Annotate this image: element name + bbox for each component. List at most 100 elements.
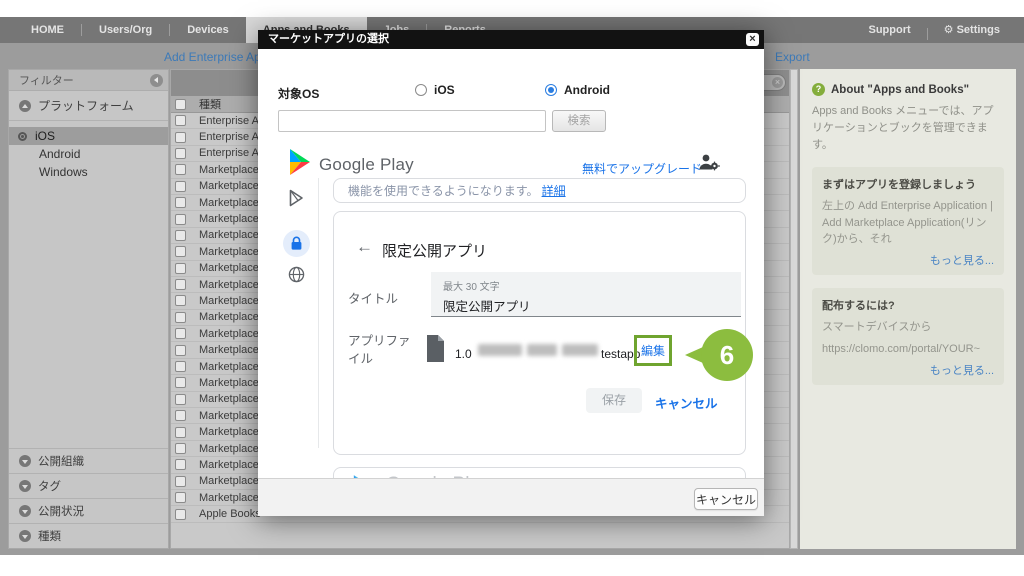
redacted-file-name [478,343,598,358]
sidebar-section--[interactable]: 公開状況 [9,498,168,523]
title-field-value: 限定公開アプリ [443,296,741,315]
nav-settings-label: Settings [957,24,1000,36]
search-button[interactable]: 検索 [552,110,606,132]
nav-settings-link[interactable]: ⚙ Settings [938,17,1006,43]
row-checkbox[interactable] [175,214,186,225]
collapse-sidebar-button[interactable] [150,74,163,87]
platform-filter-label: Windows [39,165,88,179]
row-checkbox[interactable] [175,410,186,421]
row-checkbox[interactable] [175,345,186,356]
sidebar-section-label: 公開組織 [38,453,84,469]
help-card-text: https://clomo.com/portal/YOUR~ [822,341,994,358]
market-app-dialog: マーケットアプリの選択 × 対象OS iOSAndroid 検索 Google … [258,30,764,516]
globe-icon[interactable] [288,266,305,283]
edit-link[interactable]: 編集 [641,342,665,359]
private-apps-tab[interactable] [283,230,310,257]
platform-filter-ios[interactable]: iOS [9,127,168,145]
nav-tab-users-org[interactable]: Users/Org [82,17,169,43]
dialog-footer: キャンセル [258,478,764,516]
row-checkbox[interactable] [175,328,186,339]
row-checkbox[interactable] [175,115,186,126]
title-field-label: タイトル [348,288,398,307]
filter-title: フィルター [19,72,74,88]
step-callout-badge: 6 [701,329,753,381]
notice-details-link[interactable]: 詳細 [542,182,566,199]
row-checkbox[interactable] [175,132,186,143]
row-checkbox[interactable] [175,459,186,470]
help-card-title: まずはアプリを登録しましょう [822,176,994,192]
help-card: 配布するには?スマートデバイスからhttps://clomo.com/porta… [812,288,1004,385]
platform-section-label: プラットフォーム [38,97,134,114]
os-radio-android[interactable]: Android [545,83,610,97]
upgrade-link[interactable]: 無料でアップグレード [582,160,702,177]
row-checkbox[interactable] [175,263,186,274]
row-checkbox[interactable] [175,181,186,192]
sidebar-collapsed-sections: 公開組織タグ公開状況種類 [9,448,168,548]
see-more-link[interactable]: もっと見る... [822,362,994,378]
row-checkbox[interactable] [175,246,186,257]
help-card-text: 左上の Add Enterprise Application | Add Mar… [822,198,994,248]
table-scrollbar[interactable] [790,69,798,549]
nav-right: Support ⚙ Settings [862,17,1024,43]
select-all-checkbox[interactable] [175,99,186,110]
platform-filter-windows[interactable]: Windows [9,163,168,181]
nav-support-link[interactable]: Support [862,17,916,43]
row-checkbox[interactable] [175,279,186,290]
selected-filter-icon [18,132,27,141]
lock-icon [290,236,303,251]
nav-tab-devices[interactable]: Devices [170,17,246,43]
notice-text: 機能を使用できるようになります。 [348,182,539,199]
row-checkbox[interactable] [175,394,186,405]
row-checkbox[interactable] [175,312,186,323]
back-arrow-icon[interactable]: ← [356,237,373,257]
edit-highlight-box: 編集 [634,335,672,366]
play-store-outline-icon[interactable] [286,188,306,208]
sidebar-section-platform[interactable]: プラットフォーム [9,91,168,121]
filter-header: フィルター [9,70,168,91]
row-checkbox[interactable] [175,509,186,520]
platform-filter-label: Android [39,147,80,161]
row-checkbox[interactable] [175,230,186,241]
row-checkbox[interactable] [175,361,186,372]
chevron-down-circle-icon [19,505,31,517]
see-more-link[interactable]: もっと見る... [822,252,994,268]
sidebar-section--[interactable]: 種類 [9,523,168,548]
nav-tab-home[interactable]: HOME [14,17,81,43]
private-app-heading: 限定公開アプリ [382,240,487,261]
help-card: まずはアプリを登録しましょう左上の Add Enterprise Applica… [812,167,1004,275]
title-field[interactable]: 最大 30 文字 限定公開アプリ [431,272,741,317]
radio-button-icon [545,84,557,96]
form-cancel-link[interactable]: キャンセル [655,393,718,412]
row-checkbox[interactable] [175,492,186,503]
row-checkbox[interactable] [175,197,186,208]
about-header: ? About "Apps and Books" [812,83,1004,96]
close-icon[interactable]: × [746,33,759,46]
app-search-input[interactable] [278,110,546,132]
row-checkbox[interactable] [175,148,186,159]
account-settings-icon[interactable] [698,153,720,172]
chevron-down-circle-icon [19,530,31,542]
dialog-titlebar: マーケットアプリの選択 × [258,30,764,49]
dialog-cancel-button[interactable]: キャンセル [694,488,758,510]
row-checkbox[interactable] [175,427,186,438]
row-checkbox[interactable] [175,295,186,306]
google-play-logo-icon [288,149,312,175]
clear-search-icon[interactable]: × [772,77,783,88]
platform-list: iOS Android Windows [9,127,168,181]
export-link[interactable]: Export [775,50,810,64]
row-checkbox[interactable] [175,443,186,454]
row-checkbox[interactable] [175,377,186,388]
row-checkbox[interactable] [175,164,186,175]
sidebar-section--[interactable]: 公開組織 [9,448,168,473]
type-column-header: 種類 [199,96,221,112]
os-radio-ios[interactable]: iOS [415,83,455,97]
platform-filter-android[interactable]: Android [9,145,168,163]
row-checkbox[interactable] [175,476,186,487]
help-card-text: スマートデバイスから [822,319,994,336]
sidebar-section--[interactable]: タグ [9,473,168,498]
about-description: Apps and Books メニューでは、アプリケーションとブックを管理できま… [812,103,1004,154]
save-button[interactable]: 保存 [586,388,642,413]
gear-icon: ⚙ [944,24,954,36]
file-version: 1.0 [455,347,472,361]
title-field-hint: 最大 30 文字 [443,278,741,293]
